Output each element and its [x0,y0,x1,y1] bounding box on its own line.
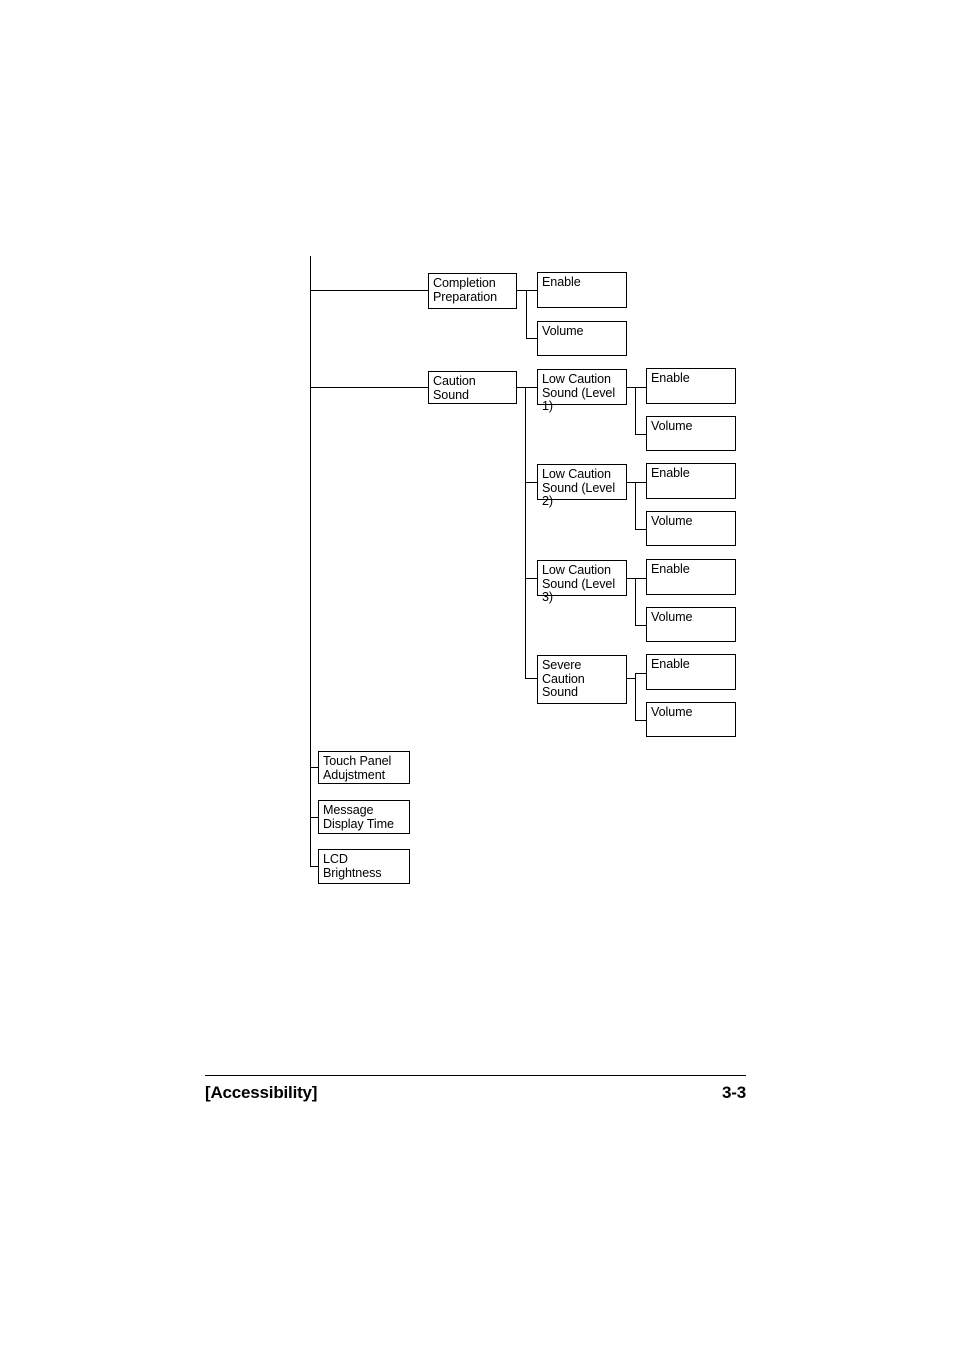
node-low-caution-sound-level-2-volume[interactable]: Volume [646,511,736,546]
connector-root-to-lcd-brightness [310,866,318,868]
connector-root-to-message-display-time [310,817,318,819]
footer-page-number: 3-3 [722,1083,746,1102]
node-caution-sound[interactable]: Caution Sound [428,371,517,404]
connector-root-to-completion-preparation [310,290,428,292]
node-low-caution-sound-level-1-volume[interactable]: Volume [646,416,736,451]
trunk-line-caution-sound [525,387,527,679]
footer-section-label: [Accessibility] [205,1083,318,1102]
node-touch-panel-adjustment[interactable]: Touch Panel Adujstment [318,751,410,784]
trunk-line-level1 [635,387,637,435]
node-low-caution-sound-level-3-enable[interactable]: Enable [646,559,736,595]
node-completion-preparation-enable[interactable]: Enable [537,272,627,308]
node-low-caution-sound-level-1[interactable]: Low Caution Sound (Level 1) [537,369,627,413]
node-message-display-time[interactable]: Message Display Time [318,800,410,834]
node-lcd-brightness[interactable]: LCD Brightness [318,849,410,884]
trunk-line-severe [635,673,637,721]
node-low-caution-sound-level-3[interactable]: Low Caution Sound (Level 3) [537,560,627,604]
node-low-caution-sound-level-2[interactable]: Low Caution Sound (Level 2) [537,464,627,508]
node-completion-preparation-volume[interactable]: Volume [537,321,627,356]
node-completion-preparation[interactable]: Completion Preparation [428,273,517,309]
trunk-line-level2 [635,482,637,530]
page-canvas: Completion Preparation Enable Volume Cau… [0,0,954,1350]
node-severe-caution-sound[interactable]: Severe Caution Sound [537,655,627,704]
node-severe-caution-sound-volume[interactable]: Volume [646,702,736,737]
trunk-line-level3 [635,578,637,626]
connector-root-to-caution-sound [310,387,428,389]
node-low-caution-sound-level-2-enable[interactable]: Enable [646,463,736,499]
node-low-caution-sound-level-3-volume[interactable]: Volume [646,607,736,642]
node-severe-caution-sound-enable[interactable]: Enable [646,654,736,690]
footer-divider [205,1075,746,1077]
node-low-caution-sound-level-1-enable[interactable]: Enable [646,368,736,404]
trunk-line-root [310,256,312,866]
trunk-line-completion-preparation [526,290,528,339]
connector-root-to-touch-panel-adjustment [310,767,318,769]
